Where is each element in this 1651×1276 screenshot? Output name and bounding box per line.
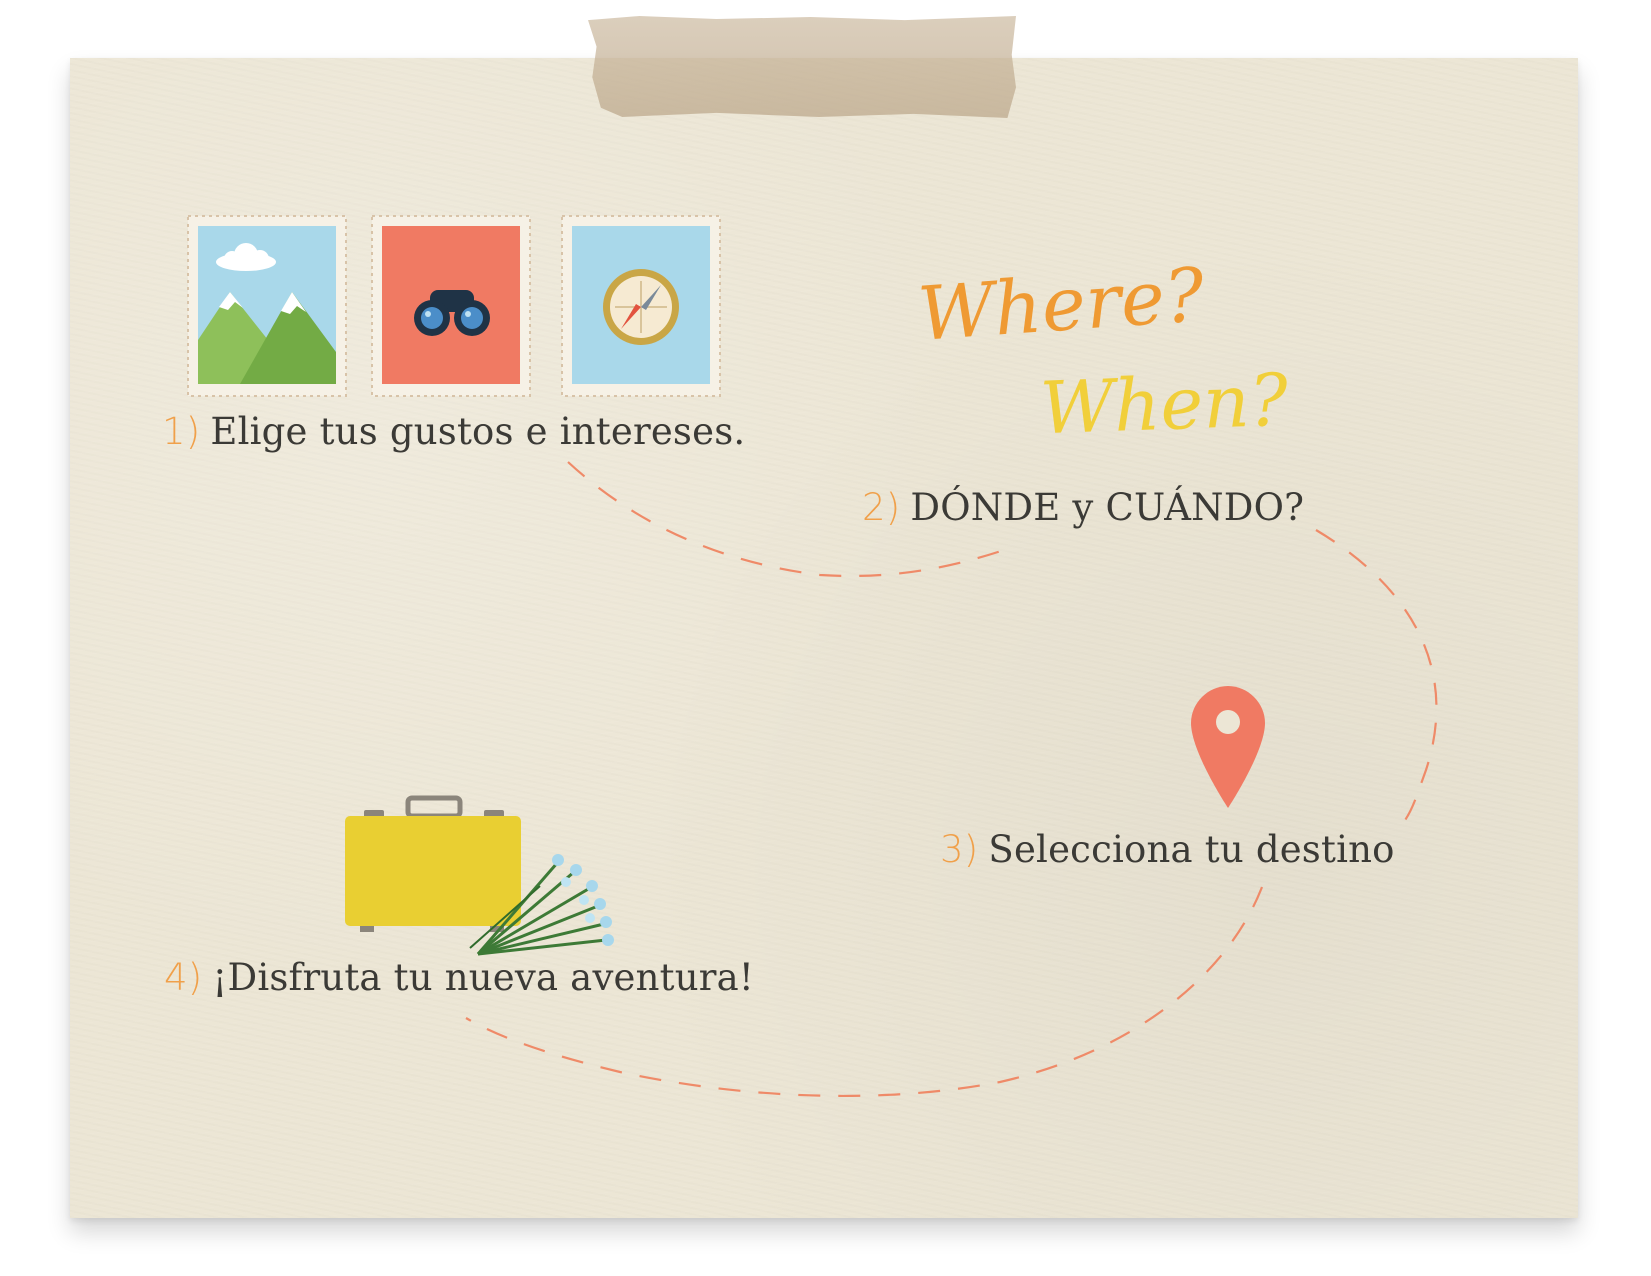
location-pin-icon [1191, 686, 1265, 808]
step-text: Selecciona tu destino [988, 828, 1395, 871]
step-1: 1) Elige tus gustos e intereses. [162, 410, 745, 453]
step-2: 2) DÓNDE y CUÁNDO? [862, 486, 1304, 529]
step-number: 4) [164, 956, 203, 999]
dashed-path [1315, 529, 1438, 831]
compass-icon [603, 269, 679, 345]
step-number: 3) [940, 828, 979, 871]
illustration-layer [187, 215, 1438, 1098]
step-number: 2) [862, 486, 901, 529]
scrapbook-card-stage: Where? When? 1) Elige tus gustos e intere… [0, 0, 1651, 1276]
suitcase-icon [345, 795, 521, 932]
step-4: 4) ¡Disfruta tu nueva aventura! [164, 956, 754, 999]
step-number: 1) [162, 410, 201, 453]
step-text: ¡Disfruta tu nueva aventura! [212, 956, 754, 999]
step-3: 3) Selecciona tu destino [940, 828, 1395, 871]
stamp-mountains [187, 215, 347, 397]
stamp-binoculars [371, 215, 531, 397]
step-text: Elige tus gustos e intereses. [210, 410, 746, 453]
stamp-compass [561, 215, 721, 397]
when-handwriting: When? [1038, 357, 1290, 451]
step-text: DÓNDE y CUÁNDO? [910, 486, 1305, 529]
